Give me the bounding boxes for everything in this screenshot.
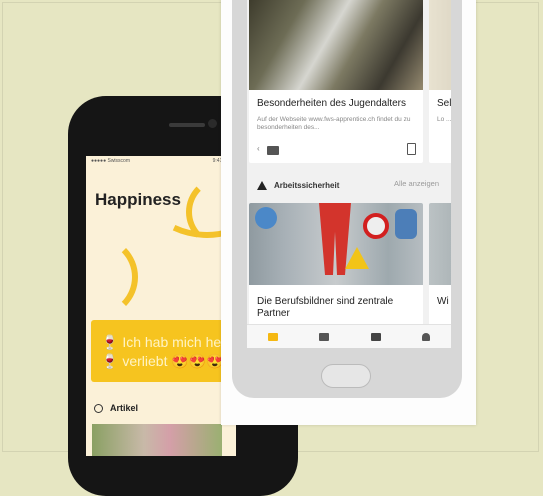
- comment-icon[interactable]: [267, 146, 279, 155]
- bottom-navigation: [247, 324, 451, 348]
- phone-speaker: [169, 123, 205, 127]
- mandatory-sign-graphic: [395, 209, 417, 239]
- article-image: [249, 203, 423, 285]
- user-icon[interactable]: [422, 333, 431, 341]
- phone-camera: [208, 119, 217, 128]
- warning-icon: [257, 180, 267, 190]
- status-carrier: ●●●●● Swisscom: [91, 158, 130, 164]
- article-image: [429, 0, 451, 90]
- section-label: Arbeitssicherheit: [274, 180, 340, 190]
- message-icon[interactable]: [370, 333, 381, 341]
- section-header-arbeitssicherheit: Arbeitssicherheit Alle anzeigen: [249, 178, 449, 192]
- prohibition-sign-graphic: [363, 213, 389, 239]
- smiley-icon: [94, 403, 103, 413]
- article-description: Auf der Webseite www.fws-apprentice.ch f…: [257, 116, 411, 131]
- traffic-sign-graphic: [255, 207, 277, 229]
- article-description: Lo ... ...: [437, 116, 451, 123]
- article-title: Wi: [437, 296, 449, 307]
- article-image: [249, 0, 423, 90]
- article-card[interactable]: Sel Lo ... ...: [429, 0, 451, 163]
- article-card[interactable]: Besonderheiten des Jugendalters Auf der …: [249, 0, 423, 163]
- chevron-left-icon[interactable]: ‹: [257, 144, 260, 153]
- smiley-arc-decoration: [86, 236, 138, 318]
- home-button[interactable]: [321, 364, 371, 388]
- article-title: Sel: [437, 98, 451, 109]
- chat-icon[interactable]: [319, 333, 330, 341]
- featured-post-line-1: 🍷 Ich hab mich he: [101, 334, 222, 350]
- featured-post-line-2: 🍷 verliebt 😍😍😍: [101, 353, 224, 369]
- featured-post-card[interactable]: 🍷 Ich hab mich he 🍷 verliebt 😍😍😍: [91, 320, 231, 382]
- article-card[interactable]: Die Berufsbildner sind zentrale Partner: [249, 203, 423, 333]
- article-card[interactable]: Wi: [429, 203, 451, 333]
- home-icon[interactable]: [267, 333, 278, 341]
- warning-sign-graphic: [345, 247, 369, 269]
- section-header-artikel: Artikel A: [94, 401, 234, 415]
- bookmark-icon[interactable]: [407, 143, 416, 155]
- article-title: Die Berufsbildner sind zentrale Partner: [257, 296, 394, 319]
- show-all-link[interactable]: Alle anzeigen: [394, 179, 439, 188]
- article-thumbnail[interactable]: [92, 424, 222, 456]
- article-title: Besonderheiten des Jugendalters: [257, 98, 406, 109]
- section-label: Artikel: [110, 403, 139, 413]
- article-image: [429, 203, 451, 285]
- right-phone-screen: Besonderheiten des Jugendalters Auf der …: [247, 0, 451, 348]
- page-title: Happiness: [95, 190, 181, 209]
- left-phone-screen: ●●●●● Swisscom 9:41 AM Happiness 🍷 Ich h…: [86, 156, 236, 456]
